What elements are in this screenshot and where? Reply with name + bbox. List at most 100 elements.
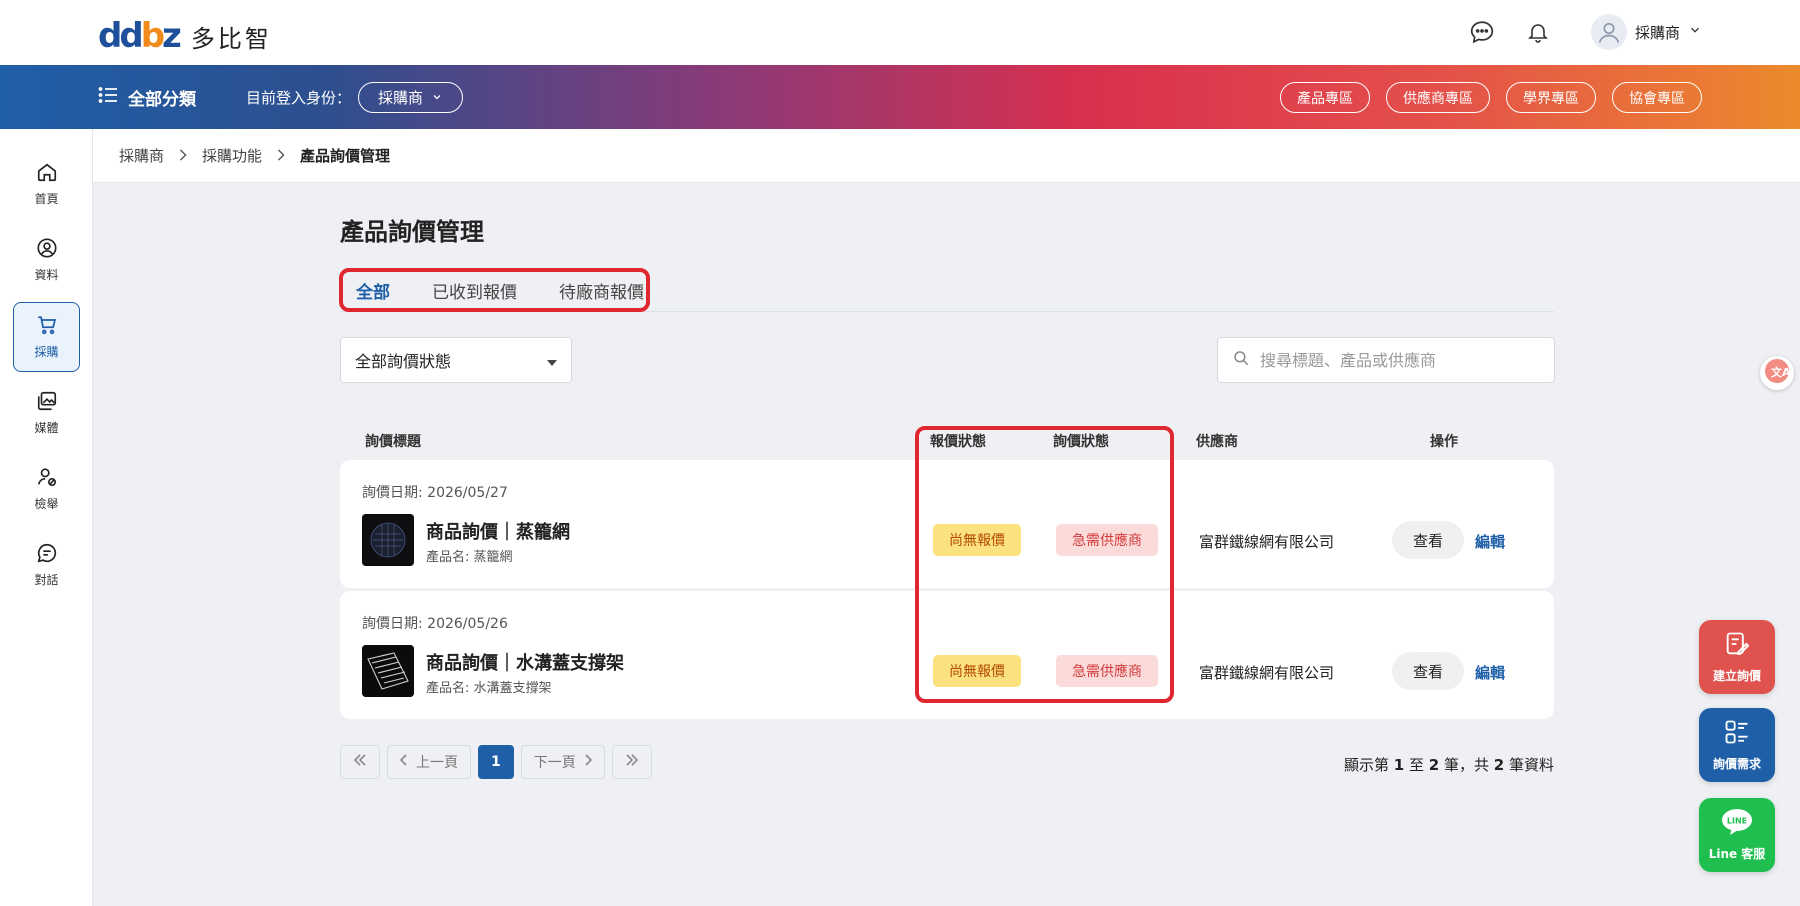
messages-icon[interactable] [1465,15,1499,49]
quote-status-badge: 尚無報價 [933,655,1021,687]
top-header: ddbz 多比智 採購商 [0,0,1800,65]
next-page-label: 下一頁 [533,755,576,771]
user-circle-icon [36,237,58,262]
chevron-left-icon [399,754,408,770]
avatar [1590,14,1627,50]
page-title: 產品詢價管理 [340,218,484,246]
inquiry-title[interactable]: 商品詢價｜蒸籠網 [426,518,570,544]
inquiry-status-badge: 急需供應商 [1056,524,1158,556]
line-service-button[interactable]: LINE Line 客服 [1699,798,1775,872]
product-thumbnail [362,645,414,697]
supplier-name[interactable]: 富群鐵線網有限公司 [1199,531,1334,552]
next-page-button[interactable]: 下一頁 [520,745,605,779]
logo-text: 多比智 [190,24,272,53]
sidebar-item-home[interactable]: 首頁 [13,149,80,219]
prev-page-label: 上一頁 [416,755,458,771]
tab-quotes-received[interactable]: 已收到報價 [432,278,517,303]
status-select-value: 全部詢價狀態 [355,352,452,371]
translate-icon: 文A [1764,358,1791,388]
sidebar: 首頁 資料 採購 媒體 檢舉 對話 [0,129,93,906]
role-select[interactable]: 採購商 [358,82,463,113]
list-menu-icon [98,86,118,109]
chat-icon [36,542,58,567]
table-row: 詢價日期: 2026/05/26 商品詢價｜水溝蓋支撐架 產品名: 水溝蓋支撐架… [340,591,1554,719]
inquiry-status-badge: 急需供應商 [1056,655,1158,687]
sidebar-item-label: 檢舉 [34,497,59,511]
supplier-name[interactable]: 富群鐵線網有限公司 [1199,662,1334,683]
breadcrumb-item[interactable]: 採購商 [119,145,164,166]
column-header-inquiry-status: 詢價狀態 [1053,434,1109,450]
product-thumbnail [362,514,414,566]
role-value: 採購商 [377,89,423,107]
pagination-summary: 顯示第 1 至 2 筆，共 2 筆資料 [1343,756,1554,774]
inquiry-date: 詢價日期: 2026/05/26 [362,616,508,632]
chevron-down-icon [431,89,443,107]
status-tabs: 全部 已收到報價 待廠商報價 [340,268,1554,312]
edit-link[interactable]: 編輯 [1475,531,1505,552]
search-box [1217,337,1555,383]
zone-button-suppliers[interactable]: 供應商專區 [1386,82,1490,113]
inquiry-title[interactable]: 商品詢價｜水溝蓋支撐架 [426,649,624,675]
line-service-label: Line 客服 [1708,847,1766,861]
prev-page-button[interactable]: 上一頁 [387,745,471,779]
create-inquiry-button[interactable]: 建立詢價 [1699,620,1775,694]
column-header-title: 詢價標題 [365,434,421,450]
create-inquiry-label: 建立詢價 [1712,669,1761,683]
double-chevron-right-icon [625,754,639,770]
zone-button-academia[interactable]: 學界專區 [1506,82,1596,113]
search-input[interactable] [1260,350,1540,370]
search-icon [1232,349,1250,371]
page-number-button[interactable]: 1 [478,745,514,779]
translate-button[interactable]: 文A [1760,356,1794,390]
breadcrumb: 採購商 採購功能 產品詢價管理 [93,129,1800,183]
svg-text:文A: 文A [1771,365,1790,379]
tab-awaiting-quotes[interactable]: 待廠商報價 [559,278,644,303]
breadcrumb-current: 產品詢價管理 [300,147,391,165]
zone-button-products[interactable]: 產品專區 [1280,82,1370,113]
table-row: 詢價日期: 2026/05/27 商品詢價｜蒸籠網 產品名: 蒸籠網 尚無報價 … [340,460,1554,588]
user-name: 採購商 [1634,23,1680,42]
chevron-right-icon [584,754,592,770]
chevron-right-icon [178,147,188,165]
sidebar-item-purchase[interactable]: 採購 [13,302,80,372]
last-page-button[interactable] [611,745,652,779]
active-tab-indicator [350,309,402,312]
all-categories-label: 全部分類 [128,89,196,110]
notification-bell-icon[interactable] [1521,15,1555,49]
double-chevron-left-icon [353,754,367,770]
list-icon [1723,718,1751,749]
report-user-icon [36,466,58,491]
svg-text:LINE: LINE [1727,817,1747,826]
pagination: 上一頁 1 下一頁 [340,745,652,779]
nav-band: 全部分類 目前登入身份： 採購商 產品專區 供應商專區 學界專區 協會專區 [0,65,1800,129]
inquiry-date: 詢價日期: 2026/05/27 [362,485,508,501]
breadcrumb-item[interactable]: 採購功能 [202,145,262,166]
sidebar-item-label: 媒體 [34,421,59,435]
chevron-down-icon [1688,23,1702,41]
edit-document-icon [1723,630,1751,661]
zone-button-associations[interactable]: 協會專區 [1612,82,1702,113]
column-header-quote-status: 報價狀態 [930,434,986,450]
view-button[interactable]: 查看 [1392,521,1464,559]
edit-link[interactable]: 編輯 [1475,662,1505,683]
role-label: 目前登入身份： [246,88,352,107]
view-button[interactable]: 查看 [1392,652,1464,690]
caret-down-icon [547,351,557,370]
zone-buttons: 產品專區 供應商專區 學界專區 協會專區 [1280,82,1702,113]
chevron-right-icon [276,147,286,165]
logo[interactable]: ddbz 多比智 [98,18,272,54]
sidebar-item-chat[interactable]: 對話 [13,530,80,600]
sidebar-item-media[interactable]: 媒體 [13,378,80,448]
tab-all[interactable]: 全部 [356,278,390,303]
sidebar-item-profile[interactable]: 資料 [13,225,80,295]
user-menu[interactable]: 採購商 [1590,14,1702,50]
first-page-button[interactable] [340,745,380,779]
inquiry-needs-button[interactable]: 詢價需求 [1699,708,1775,782]
all-categories-button[interactable]: 全部分類 [98,65,196,129]
sidebar-item-label: 首頁 [34,192,59,206]
cart-icon [36,314,58,339]
sidebar-item-report[interactable]: 檢舉 [13,454,80,524]
column-header-supplier: 供應商 [1196,434,1238,450]
quote-status-badge: 尚無報價 [933,524,1021,556]
inquiry-status-select[interactable]: 全部詢價狀態 [340,337,572,383]
